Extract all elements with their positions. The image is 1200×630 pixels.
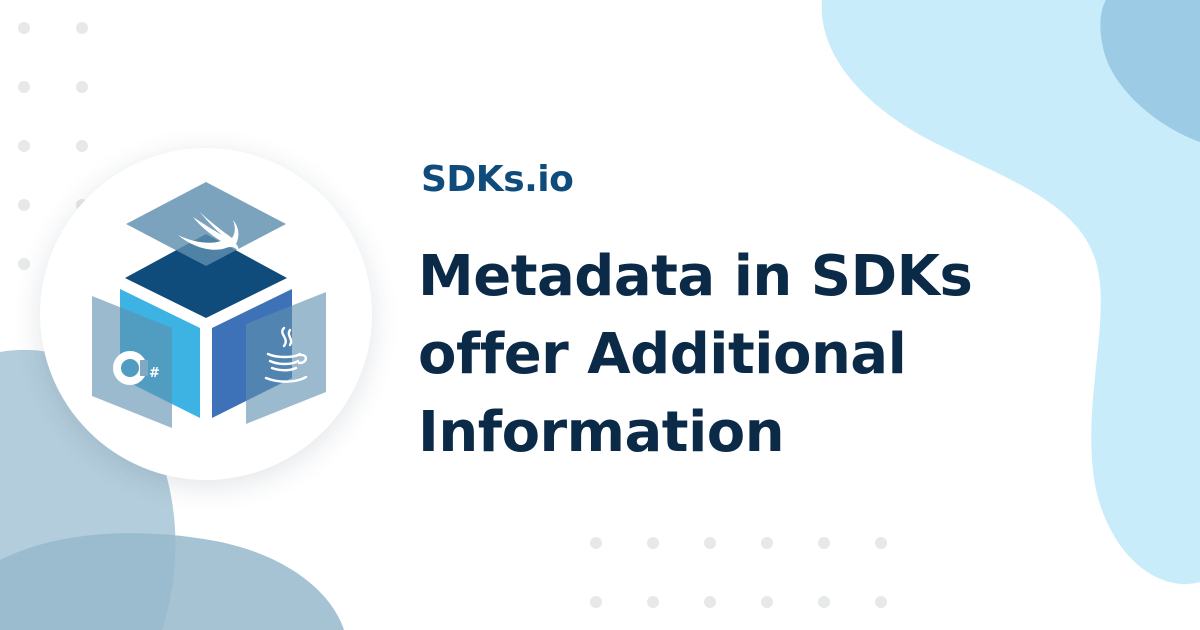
top-floating-panel (126, 182, 286, 266)
headline-line-2: offer Additional (418, 322, 907, 387)
sdk-cube-logo: # (92, 182, 326, 428)
bottom-left-dark-blob (0, 533, 344, 630)
csharp-mark: # (149, 366, 160, 381)
brand-name: SDKs.io (421, 159, 574, 200)
headline-line-1: Metadata in SDKs (418, 244, 973, 309)
headline-line-3: Information (418, 400, 785, 465)
bottom-dot-grid (590, 537, 887, 608)
page-canvas: # SDKs.io Metadata in SDKs offer Additio… (0, 0, 1200, 630)
headline: Metadata in SDKs offer Additional Inform… (418, 238, 1058, 472)
